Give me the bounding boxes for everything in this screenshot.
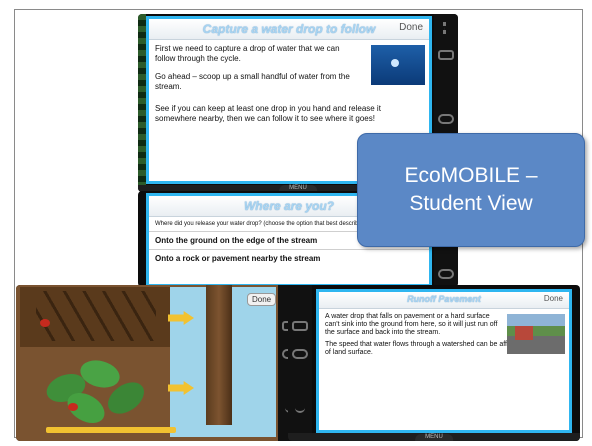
- ladybug-1: [40, 319, 50, 327]
- overflow-menu-icon[interactable]: [443, 22, 449, 34]
- building-shape: [515, 326, 533, 340]
- callout-line-1: EcoMOBILE –: [404, 164, 538, 187]
- leaves: [42, 355, 156, 430]
- home-icon[interactable]: [438, 114, 454, 124]
- back-icon[interactable]: [295, 405, 305, 413]
- runoff-text-1: A water drop that falls on pavement or a…: [325, 313, 498, 336]
- recent-apps-icon[interactable]: [292, 321, 308, 331]
- home-icon[interactable]: [292, 349, 308, 359]
- tree-trunk: [206, 285, 232, 425]
- menu-bar: MENU: [288, 433, 580, 441]
- game-scene: Done: [16, 285, 278, 441]
- pavement-photo: [507, 314, 565, 354]
- water-drop-image: [371, 45, 425, 85]
- dialog-header: Runoff Pavement Done: [319, 292, 569, 309]
- android-nav-bar: [288, 285, 312, 441]
- instruction-text-1: First we need to capture a drop of water…: [155, 44, 340, 63]
- drop-shape: [391, 59, 399, 67]
- roots-left: [36, 291, 156, 341]
- home-icon[interactable]: [438, 269, 454, 279]
- option-rock[interactable]: Onto a rock or pavement nearby the strea…: [149, 249, 429, 267]
- menu-button[interactable]: MENU: [415, 434, 453, 441]
- dialog-title: Capture a water drop to follow: [202, 22, 376, 36]
- ecomobile-callout: EcoMOBILE – Student View: [357, 133, 585, 247]
- done-button[interactable]: Done: [247, 293, 277, 306]
- phone-game-view: Done: [16, 285, 302, 441]
- callout-line-2: Student View: [409, 192, 533, 215]
- instruction-text-2: Go ahead – scoop up a small handful of w…: [155, 72, 350, 91]
- phone-runoff-pavement: Runoff Pavement Done A water drop that f…: [288, 285, 580, 441]
- done-button[interactable]: Done: [544, 294, 563, 303]
- ladybug-2: [68, 403, 78, 411]
- recent-apps-icon[interactable]: [438, 50, 454, 60]
- runoff-dialog: Runoff Pavement Done A water drop that f…: [316, 289, 572, 433]
- dialog-title: Runoff Pavement: [407, 294, 481, 304]
- dialog-body: First we need to capture a drop of water…: [149, 40, 366, 104]
- progress-bar: [46, 427, 176, 433]
- done-button[interactable]: Done: [399, 22, 423, 33]
- instruction-text-3: See if you can keep at least one drop in…: [155, 104, 381, 123]
- dialog-header: Capture a water drop to follow Done: [149, 19, 429, 40]
- background-foliage: [138, 14, 146, 192]
